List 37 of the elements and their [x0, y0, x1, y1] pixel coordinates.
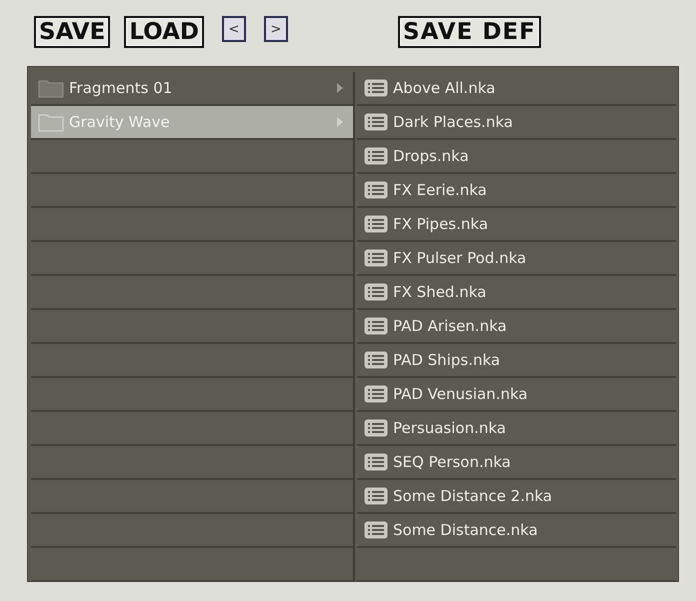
file-item[interactable]: FX Pulser Pod.nka: [357, 242, 676, 276]
file-item[interactable]: Some Distance 2.nka: [357, 480, 676, 514]
toolbar-button[interactable]: SAVE: [34, 16, 110, 48]
chevron-right-icon: [337, 83, 343, 93]
list-icon: [364, 147, 388, 165]
list-icon: [364, 419, 388, 437]
file-item[interactable]: FX Pipes.nka: [357, 208, 676, 242]
file-item[interactable]: PAD Arisen.nka: [357, 310, 676, 344]
list-icon: [364, 283, 388, 301]
list-icon: [364, 453, 388, 471]
chevron-right-icon: [337, 117, 343, 127]
list-icon: [364, 487, 388, 505]
list-icon: [364, 79, 388, 97]
list-icon: [364, 385, 388, 403]
list-icon: [364, 113, 388, 131]
list-icon: [364, 215, 388, 233]
toolbar-button[interactable]: LOAD: [124, 16, 204, 48]
folder-icon: [38, 78, 64, 98]
list-icon: [364, 521, 388, 539]
toolbar-button[interactable]: >: [264, 16, 288, 42]
toolbar-button[interactable]: <: [222, 16, 246, 42]
list-icon: [364, 181, 388, 199]
file-item[interactable]: PAD Ships.nka: [357, 344, 676, 378]
list-icon: [364, 249, 388, 267]
file-item[interactable]: Persuasion.nka: [357, 412, 676, 446]
file-item[interactable]: Some Distance.nka: [357, 514, 676, 548]
folder-icon: [38, 112, 64, 132]
list-icon: [364, 317, 388, 335]
file-item[interactable]: Drops.nka: [357, 140, 676, 174]
list-icon: [364, 351, 388, 369]
file-item[interactable]: FX Eerie.nka: [357, 174, 676, 208]
file-item[interactable]: PAD Venusian.nka: [357, 378, 676, 412]
file-item[interactable]: FX Shed.nka: [357, 276, 676, 310]
file-item[interactable]: Dark Places.nka: [357, 106, 676, 140]
file-item[interactable]: Above All.nka: [357, 72, 676, 106]
toolbar-button[interactable]: SAVE DEF: [398, 16, 541, 48]
file-item[interactable]: SEQ Person.nka: [357, 446, 676, 480]
